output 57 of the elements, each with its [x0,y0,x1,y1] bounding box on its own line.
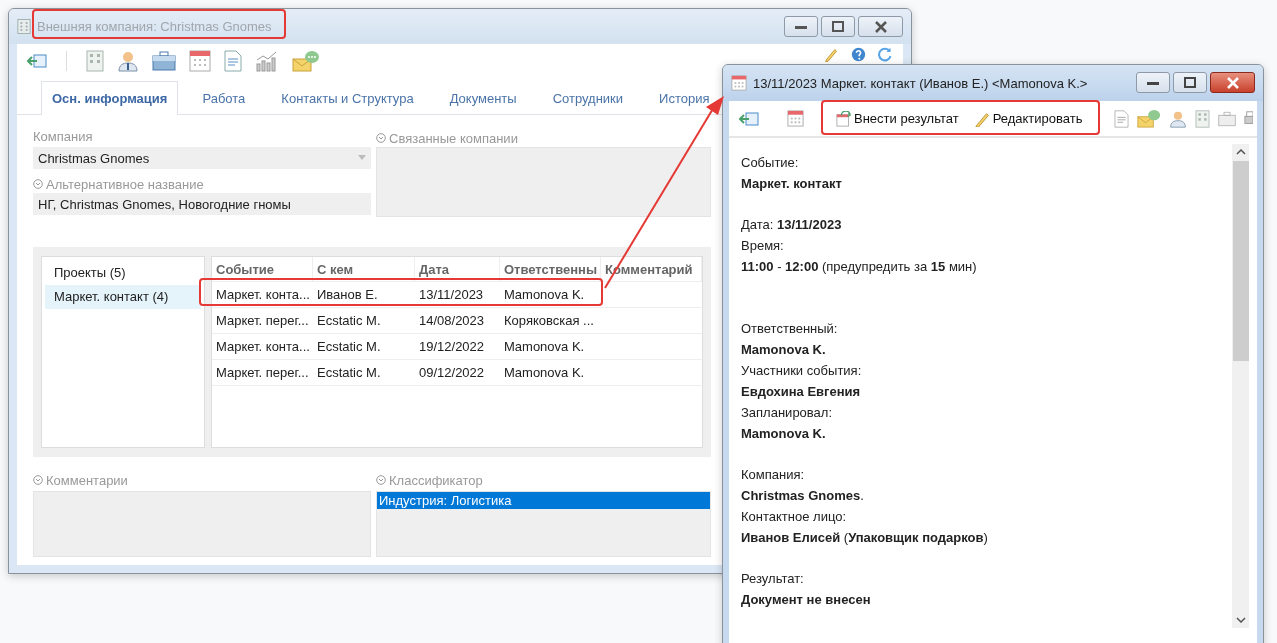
tab[interactable]: Контакты и Структура [269,82,426,114]
detail-label: Запланировал: [741,404,834,422]
field-label: Комментарии [46,472,128,488]
table-cell-text: Mamonova K. [503,286,586,304]
detail-label: Событие: [741,154,800,172]
column-header[interactable]: Событие [212,257,313,281]
tab[interactable]: История [647,82,722,114]
field-label: Классификатор [389,472,483,488]
table-cell-text: Маркет. перег... [215,312,310,330]
list-item[interactable]: Индустрия: Логистика [377,492,710,509]
field-label: Связанные компании [389,130,518,146]
detail-label: Результат: [741,570,805,588]
table-cell-text: Маркет. конта... [215,286,311,304]
table-cell-text: Маркет. перег... [215,364,310,382]
tab[interactable]: Работа [190,82,258,114]
alt-name-field[interactable]: НГ, Christmas Gnomes, Новогодние гномы [33,193,371,215]
field-label: Альтернативное название [46,176,204,192]
window-title: Внешняя компания: Christmas Gnomes [37,19,272,34]
detail-value: Евдохина Евгения [741,383,862,401]
detail-text: Дата: 13/11/2023 [741,216,843,234]
detail-text: Иванов Елисей (Упаковщик подарков) [741,529,989,547]
table-cell-text: 19/12/2022 [418,338,486,356]
list-item[interactable]: Маркет. контакт (4) [45,285,201,309]
detail-label: Компания: [741,466,806,484]
detail-value: Mamonova K. [741,425,827,443]
column-header[interactable]: С кем [313,257,415,281]
field-label: Компания [33,129,94,146]
company-dropdown[interactable]: Christmas Gnomes [33,147,371,169]
detail-value: Маркет. контакт [741,175,843,193]
detail-label: Участники события: [741,362,863,380]
list-item[interactable]: Проекты (5) [45,261,201,285]
table-cell-text: Ecstatic M. [316,312,382,330]
detail-text: 11:00 - 12:00 (предупредить за 15 мин) [741,258,978,276]
table-cell-text: Mamonova K. [503,338,586,356]
enter-result-button[interactable]: Внести результат [832,108,963,129]
table-cell-text: Mamonova K. [503,364,586,382]
window-title: 13/11/2023 Маркет. контакт (Иванов Е.) <Mamonova K.> [753,75,1088,91]
tab[interactable]: Сотрудники [540,82,636,114]
table-cell-text: Ecstatic M. [316,364,382,382]
detail-label: Ответственный: [741,320,839,338]
column-header[interactable]: Дата [415,257,500,281]
detail-value: Документ не внесен [741,591,872,609]
table-cell-text: 13/11/2023 [418,286,485,304]
table-cell-text: Ecstatic M. [316,338,382,356]
edit-button[interactable]: Редактировать [970,108,1087,129]
detail-label: Время: [741,237,785,255]
tab[interactable]: Осн. информация [41,81,179,115]
detail-value: Mamonova K. [741,341,827,359]
detail-label: Контактное лицо: [741,508,848,526]
detail-text: Christmas Gnomes. [741,487,865,505]
tab[interactable]: Документы [437,82,529,114]
table-cell-text: 09/12/2022 [418,364,486,382]
table-cell-text: 14/08/2023 [418,312,486,330]
table-cell-text: Коряковская ... [503,312,595,330]
column-header[interactable]: Ответственны [500,257,601,281]
table-cell-text: Маркет. конта... [215,338,311,356]
table-cell-text: Иванов Е. [316,286,379,304]
